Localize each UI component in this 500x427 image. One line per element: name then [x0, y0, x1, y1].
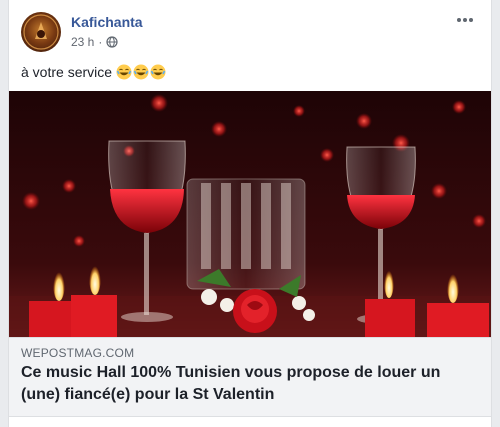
post-meta: 23 h · [71, 35, 118, 49]
link-preview-image[interactable] [9, 91, 491, 337]
link-preview[interactable]: WEPOSTMAG.COM Ce music Hall 100% Tunisie… [9, 337, 491, 417]
post-caption: à votre service [21, 64, 166, 80]
laughing-face-icon [150, 64, 166, 80]
post-card: Kafichanta 23 h · à votre service WEPOST… [8, 0, 492, 427]
globe-icon[interactable] [106, 36, 118, 48]
link-title[interactable]: Ce music Hall 100% Tunisien vous propose… [21, 362, 481, 406]
laughing-face-icon [133, 64, 149, 80]
more-options-icon[interactable] [453, 10, 477, 30]
caption-text: à votre service [21, 64, 113, 80]
link-domain: WEPOSTMAG.COM [21, 346, 135, 360]
avatar-logo-icon [23, 14, 59, 50]
page-avatar[interactable] [21, 12, 61, 52]
post-time[interactable]: 23 h [71, 35, 94, 49]
emoji-group [116, 64, 166, 80]
author-name[interactable]: Kafichanta [71, 14, 143, 30]
laughing-face-icon [116, 64, 132, 80]
valentine-dinner-image [9, 91, 491, 337]
